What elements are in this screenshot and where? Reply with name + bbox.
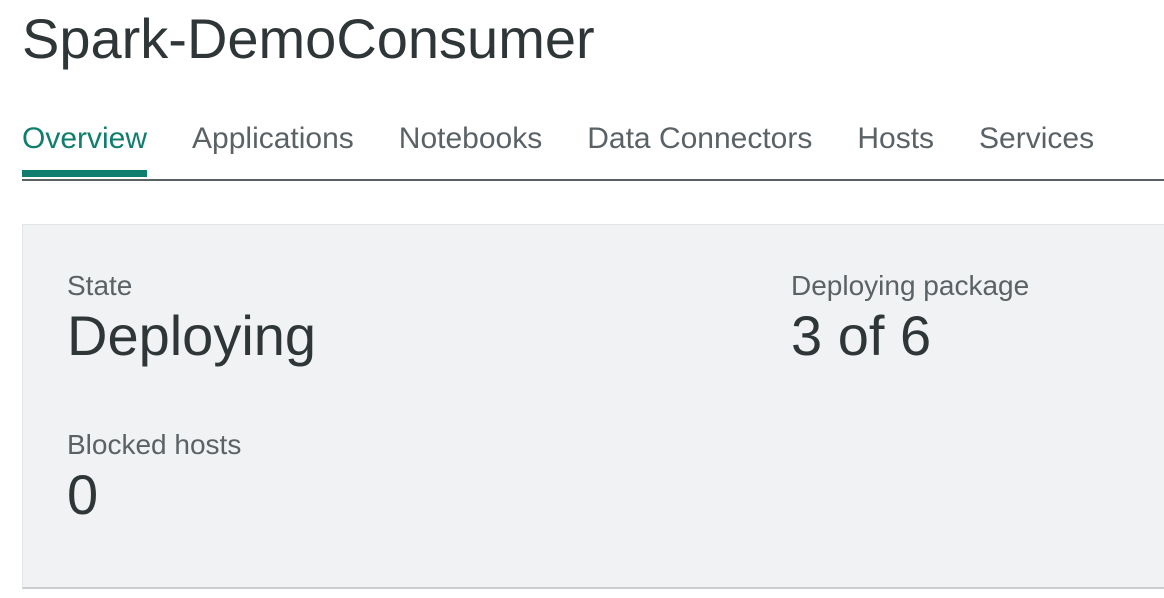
tab-notebooks[interactable]: Notebooks [399,110,542,168]
tab-bar: Overview Applications Notebooks Data Con… [22,110,1164,181]
page: Spark-DemoConsumer Overview Applications… [0,0,1164,598]
deploying-package-stat: Deploying package 3 of 6 [791,269,1029,369]
tab-overview[interactable]: Overview [22,110,148,177]
tab-services[interactable]: Services [979,110,1094,168]
blocked-hosts-label: Blocked hosts [67,429,242,460]
deploying-package-label: Deploying package [791,270,1030,301]
state-stat: State Deploying [67,269,316,369]
tab-data-connectors[interactable]: Data Connectors [587,110,812,168]
state-label: State [67,270,133,301]
state-value: Deploying [67,304,317,367]
tab-applications[interactable]: Applications [192,110,354,168]
deploying-package-value: 3 of 6 [791,304,932,367]
page-title: Spark-DemoConsumer [22,7,595,70]
blocked-hosts-stat: Blocked hosts 0 [67,428,241,528]
overview-summary-panel: State Deploying Deploying package 3 of 6… [22,224,1164,589]
blocked-hosts-value: 0 [67,463,99,526]
tab-hosts[interactable]: Hosts [857,110,934,168]
